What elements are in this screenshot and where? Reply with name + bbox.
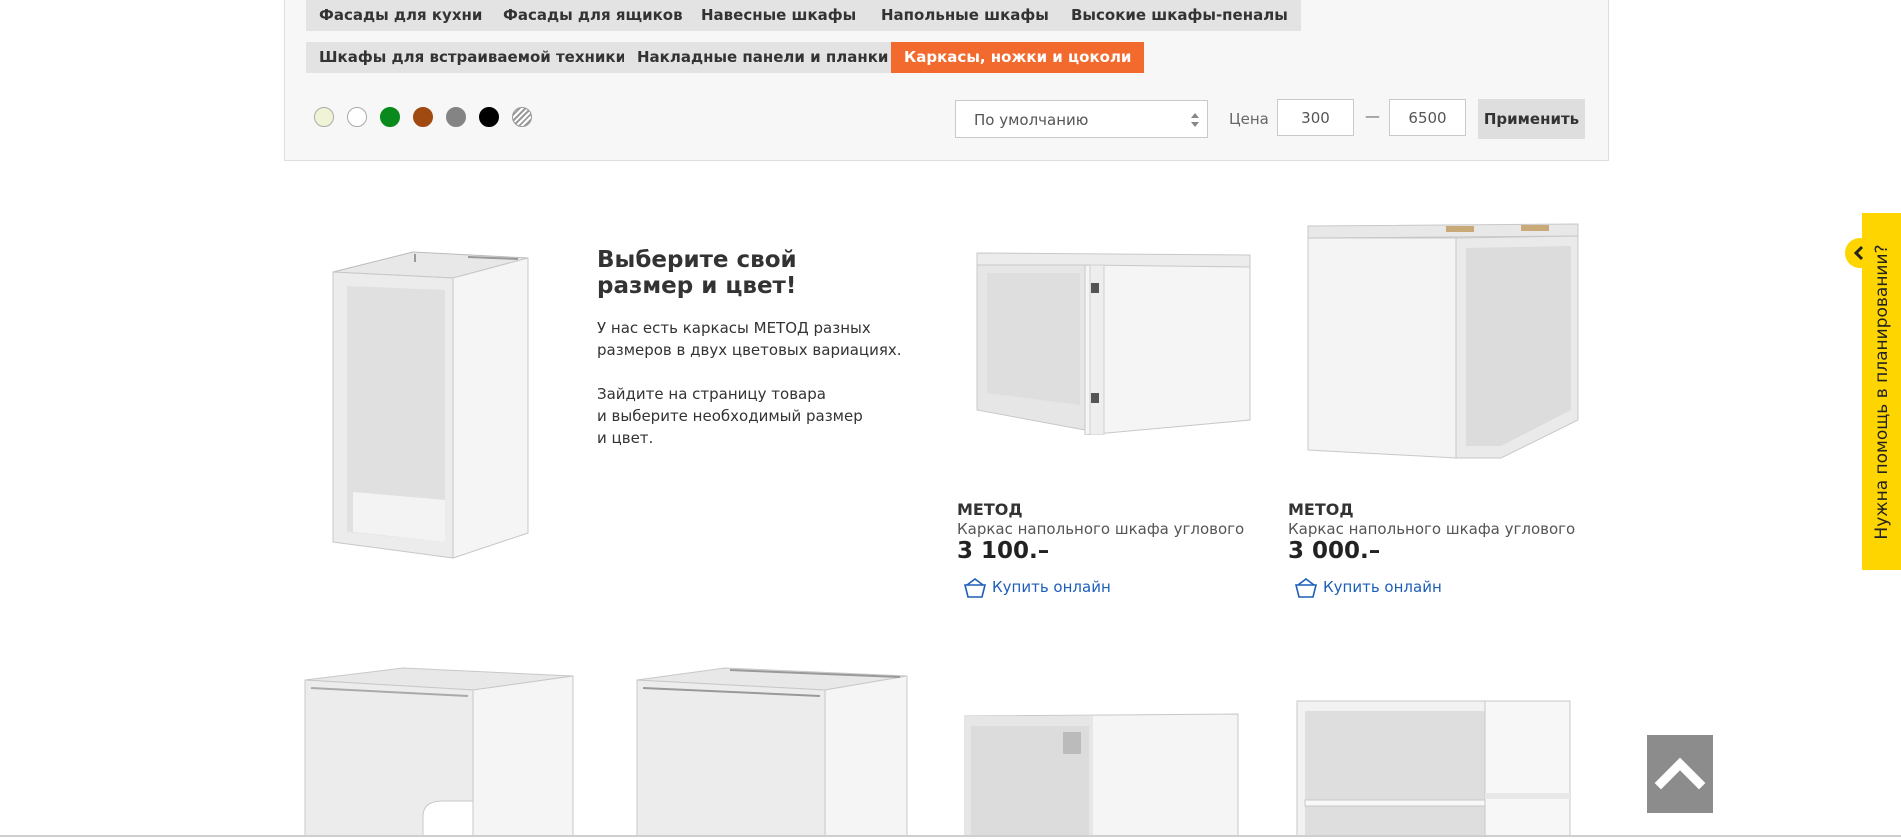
product-image-corner-cabinet-1 xyxy=(976,252,1251,435)
basket-icon xyxy=(963,578,987,598)
category-tag-tall-cabinets[interactable]: Высокие шкафы-пеналы xyxy=(1058,0,1301,31)
promo-text-1-line2: размеров в двух цветовых вариациях. xyxy=(597,341,902,359)
promo-text-2-line3: и цвет. xyxy=(597,429,654,447)
category-tag-kitchen-fronts[interactable]: Фасады для кухни xyxy=(306,0,496,31)
promo-title-line2: размер и цвет! xyxy=(597,273,797,299)
color-swatch-white[interactable] xyxy=(347,107,367,127)
product-image-oven-cabinet-2 xyxy=(636,667,908,836)
product-2-description[interactable]: Каркас напольного шкафа углового xyxy=(1288,520,1575,538)
product-1-buy-online-link[interactable]: Купить онлайн xyxy=(963,578,1133,598)
sort-select[interactable]: По умолчанию xyxy=(955,100,1208,138)
promo-title: Выберите свой размер и цвет! xyxy=(597,247,877,299)
sort-selected-value: По умолчанию xyxy=(974,111,1089,129)
product-image-shelf-cabinet xyxy=(1296,700,1571,836)
category-tag-cover-panels[interactable]: Накладные панели и планки xyxy=(624,42,902,73)
product-image-oven-cabinet-1 xyxy=(304,667,574,836)
chevron-up-icon xyxy=(1654,757,1706,790)
scroll-top-button[interactable] xyxy=(1647,735,1713,813)
price-max-input[interactable] xyxy=(1389,99,1466,136)
product-1-price: 3 100.– xyxy=(957,538,1050,564)
product-1-brand: МЕТОД xyxy=(957,500,1023,519)
promo-text-1: У нас есть каркасы МЕТОД разных размеров… xyxy=(597,317,902,361)
horizontal-scrollbar-edge xyxy=(0,835,1901,837)
product-2-price: 3 000.– xyxy=(1288,538,1381,564)
category-tag-appliance-cabinets[interactable]: Шкафы для встраиваемой техники xyxy=(306,42,640,73)
basket-icon xyxy=(1294,578,1318,598)
color-swatch-green[interactable] xyxy=(380,107,400,127)
promo-text-2: Зайдите на страницу товара и выберите не… xyxy=(597,383,863,449)
promo-cabinet-image xyxy=(332,251,529,559)
promo-text-1-line1: У нас есть каркасы МЕТОД разных xyxy=(597,319,871,337)
product-2-buy-label: Купить онлайн xyxy=(1323,578,1442,596)
filter-panel: Фасады для кухни Фасады для ящиков Навес… xyxy=(284,0,1609,161)
color-swatch-brown[interactable] xyxy=(413,107,433,127)
color-swatch-cream[interactable] xyxy=(314,107,334,127)
category-tag-drawer-fronts[interactable]: Фасады для ящиков xyxy=(490,0,696,31)
color-swatch-gray[interactable] xyxy=(446,107,466,127)
chevron-left-icon xyxy=(1853,245,1864,261)
price-min-input[interactable] xyxy=(1277,99,1354,136)
product-2-buy-online-link[interactable]: Купить онлайн xyxy=(1294,578,1464,598)
promo-text-2-line2: и выберите необходимый размер xyxy=(597,407,863,425)
color-swatch-patterned[interactable] xyxy=(512,107,532,127)
product-image-wall-cabinet-1 xyxy=(964,713,1239,836)
promo-title-line1: Выберите свой xyxy=(597,247,797,273)
planning-help-label: Нужна помощь в планировании? xyxy=(1871,243,1892,540)
help-toggle-button[interactable] xyxy=(1845,238,1875,268)
promo-text-2-line1: Зайдите на страницу товара xyxy=(597,385,826,403)
price-dash: — xyxy=(1365,107,1380,125)
color-swatch-black[interactable] xyxy=(479,107,499,127)
product-2-brand: МЕТОД xyxy=(1288,500,1354,519)
product-1-description[interactable]: Каркас напольного шкафа углового xyxy=(957,520,1244,538)
product-1-buy-label: Купить онлайн xyxy=(992,578,1111,596)
apply-button[interactable]: Применить xyxy=(1478,99,1585,139)
category-tag-base-cabinets[interactable]: Напольные шкафы xyxy=(868,0,1062,31)
category-tag-frames-legs-plinths[interactable]: Каркасы, ножки и цоколи xyxy=(891,42,1145,73)
product-image-corner-cabinet-2 xyxy=(1307,223,1579,459)
category-tag-wall-cabinets[interactable]: Навесные шкафы xyxy=(688,0,870,31)
sort-arrows-icon xyxy=(1191,113,1199,127)
price-label: Цена xyxy=(1229,110,1269,128)
